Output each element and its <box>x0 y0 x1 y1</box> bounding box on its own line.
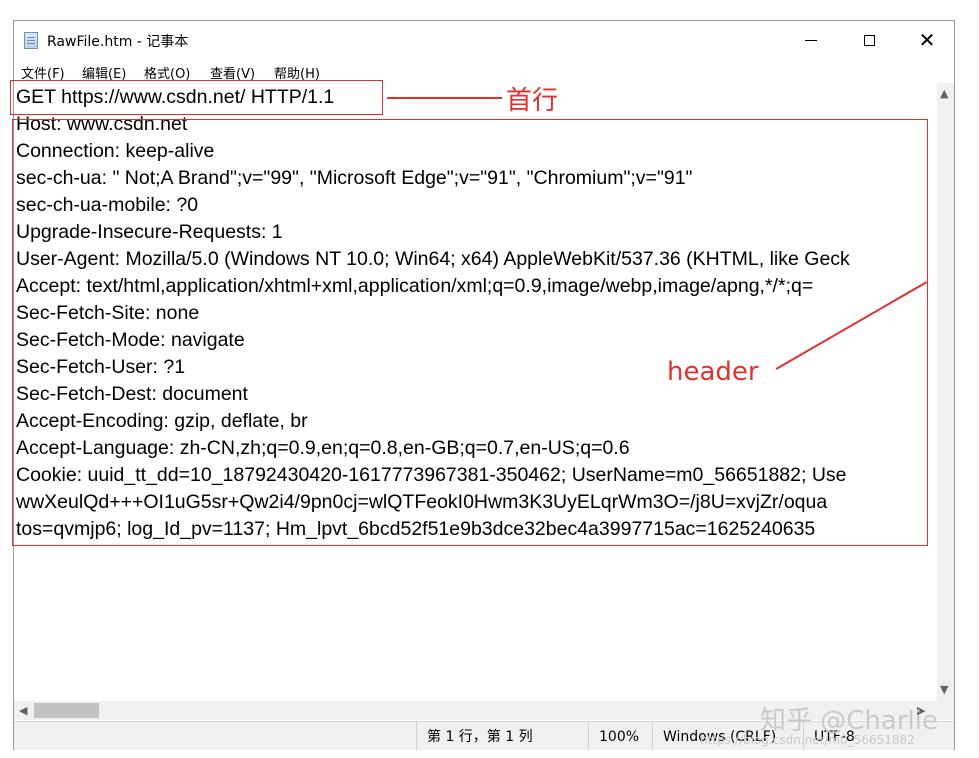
status-position: 第 1 行，第 1 列 <box>416 722 586 750</box>
window-title: RawFile.htm - 记事本 <box>47 34 189 50</box>
watermark: 知乎 @Charlie <box>760 706 938 736</box>
notepad-icon <box>24 32 38 49</box>
close-button[interactable]: ✕ <box>898 21 956 59</box>
maximize-icon <box>863 34 875 46</box>
horizontal-scroll-thumb[interactable] <box>34 703 99 718</box>
scrollbar-corner <box>937 701 954 720</box>
header-highlight-box <box>12 119 928 546</box>
scroll-left-icon[interactable]: ◀ <box>19 704 27 717</box>
title-bar: RawFile.htm - 记事本 ✕ <box>14 21 954 59</box>
close-icon: ✕ <box>918 28 936 52</box>
maximize-button[interactable] <box>840 21 898 59</box>
first-line-highlight-box <box>10 80 383 115</box>
first-line-pointer-line <box>387 97 502 99</box>
minimize-icon <box>805 39 817 41</box>
scroll-up-icon[interactable]: ▲ <box>940 87 948 100</box>
vertical-scrollbar[interactable]: ▲ ▼ <box>937 83 954 705</box>
first-line-label: 首行 <box>506 86 559 116</box>
minimize-button[interactable] <box>782 21 840 59</box>
scroll-down-icon[interactable]: ▼ <box>940 683 948 696</box>
header-label: header <box>667 357 759 387</box>
watermark-url: https://blog.csdn.net/m0_56651882 <box>700 733 915 747</box>
status-zoom: 100% <box>588 722 650 750</box>
